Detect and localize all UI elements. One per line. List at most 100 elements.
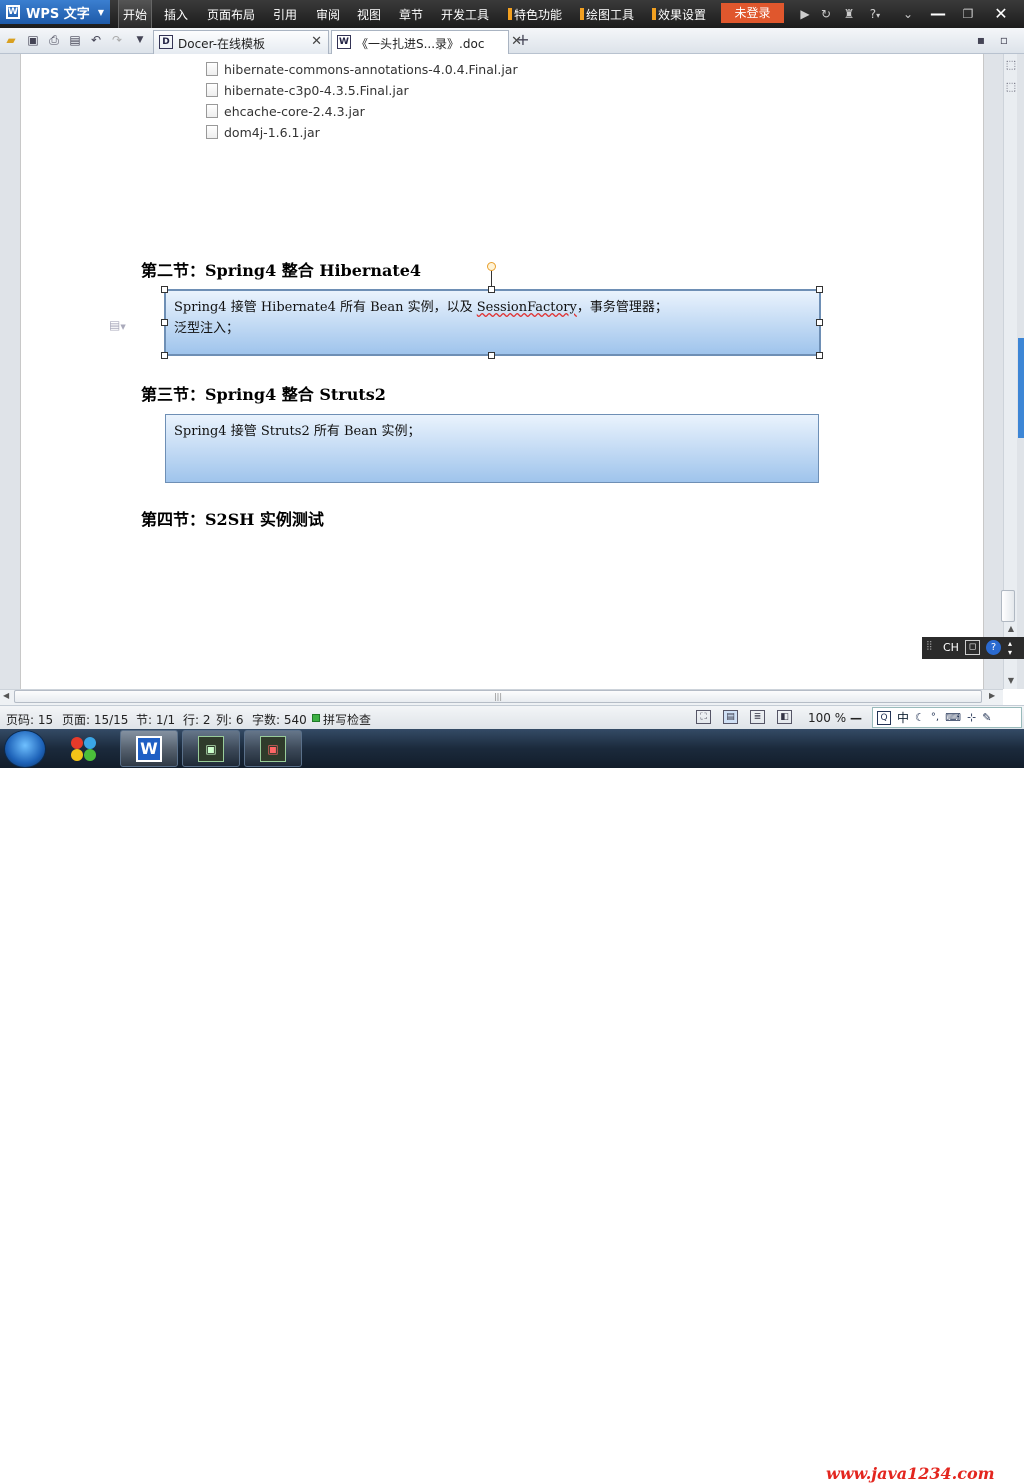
menu-insert[interactable]: 插入 xyxy=(164,6,188,23)
section-4-heading: 第四节：S2SH 实例测试 xyxy=(141,510,324,529)
drag-grip-icon[interactable]: ⣿ xyxy=(926,641,933,651)
moon-icon[interactable]: ☾ xyxy=(915,711,925,724)
resize-handle-n[interactable] xyxy=(488,286,495,293)
login-button[interactable]: 未登录 xyxy=(721,3,784,23)
file-list-item: ehcache-core-2.4.3.jar xyxy=(206,104,365,119)
ime-pad-icon[interactable]: ◻ xyxy=(965,640,980,655)
play-icon[interactable]: ▶ xyxy=(797,6,813,22)
page-up-icon[interactable]: ⬚ xyxy=(1004,58,1018,71)
section-3-textbox[interactable]: Spring4 接管 Struts2 所有 Bean 实例； xyxy=(165,414,819,483)
section-2-line-2: 泛型注入； xyxy=(174,321,240,336)
customize-toolbar-icon[interactable]: ▼ xyxy=(132,32,148,48)
print-icon[interactable]: ⎙ xyxy=(46,32,62,48)
ime-mode[interactable]: CH xyxy=(943,641,959,654)
new-tab-icon[interactable]: + xyxy=(515,32,531,48)
resize-handle-s[interactable] xyxy=(488,352,495,359)
file-name: dom4j-1.6.1.jar xyxy=(224,125,320,140)
pinned-app-dot xyxy=(84,737,96,749)
chevron-down-icon: ▼ xyxy=(120,323,126,331)
rotation-handle[interactable] xyxy=(487,262,496,271)
scroll-left-icon[interactable]: ◀ xyxy=(3,691,9,700)
menu-review[interactable]: 审阅 xyxy=(316,6,340,23)
taskbar-wps-writer[interactable]: W xyxy=(120,730,178,767)
resize-handle-ne[interactable] xyxy=(816,286,823,293)
zoom-level[interactable]: 100 % xyxy=(808,711,846,725)
file-name: hibernate-c3p0-4.3.5.Final.jar xyxy=(224,83,409,98)
status-col: 列: 6 xyxy=(216,713,244,727)
side-panel-toggle[interactable] xyxy=(1018,338,1024,438)
print-preview-icon[interactable]: ▤ xyxy=(67,32,83,48)
minimize-icon[interactable]: — xyxy=(930,6,946,22)
help-icon[interactable]: ?▾ xyxy=(864,6,886,22)
scroll-up-icon[interactable]: ▲ xyxy=(1004,624,1018,633)
pin-icon[interactable]: ▪ xyxy=(973,32,989,48)
resize-handle-w[interactable] xyxy=(161,319,168,326)
restore-icon[interactable]: ❐ xyxy=(960,6,976,22)
menu-marker xyxy=(580,8,584,20)
wrench-icon[interactable]: ✎ xyxy=(982,711,991,724)
outline-view-icon[interactable]: ≣ xyxy=(750,710,765,724)
undo-icon[interactable]: ↶ xyxy=(88,32,104,48)
resize-handle-nw[interactable] xyxy=(161,286,168,293)
skin-icon[interactable]: ♜ xyxy=(841,6,857,22)
wps-logo-icon: W xyxy=(6,5,20,19)
menu-view[interactable]: 视图 xyxy=(357,6,381,23)
menu-page-layout[interactable]: 页面布局 xyxy=(207,6,255,23)
menu-developer[interactable]: 开发工具 xyxy=(441,6,489,23)
scroll-down-icon[interactable]: ▼ xyxy=(1004,676,1018,685)
punctuation-icon[interactable]: °, xyxy=(931,712,939,723)
taskbar-app-3[interactable]: ▣ xyxy=(244,730,302,767)
page-down-icon[interactable]: ⬚ xyxy=(1004,80,1018,93)
ime-chinese-mode[interactable]: 中 xyxy=(897,709,909,726)
document-page[interactable]: hibernate-commons-annotations-4.0.4.Fina… xyxy=(20,54,984,689)
ime-options-icon[interactable]: ▴ ▾ xyxy=(1008,639,1012,657)
status-page-code: 页码: 15 xyxy=(6,713,54,727)
tab-current-document[interactable]: W 《一头扎进S...录》.doc ✕ xyxy=(331,30,522,54)
window-list-icon[interactable]: ▫ xyxy=(996,32,1012,48)
scroll-right-icon[interactable]: ▶ xyxy=(989,691,995,700)
zoom-out-button[interactable]: — xyxy=(850,711,862,725)
start-button[interactable] xyxy=(4,730,46,768)
status-word-count[interactable]: 字数: 540 xyxy=(252,711,307,728)
resize-handle-e[interactable] xyxy=(816,319,823,326)
sync-icon[interactable]: ↻ xyxy=(818,6,834,22)
page-view-icon[interactable]: ▤ xyxy=(723,710,738,724)
menu-effects[interactable]: 效果设置 xyxy=(652,6,706,23)
full-screen-icon[interactable]: ⛶ xyxy=(696,710,711,724)
redo-icon[interactable]: ↷ xyxy=(109,32,125,48)
menu-marker xyxy=(508,8,512,20)
toolbox-icon[interactable]: ⊹ xyxy=(967,711,976,724)
spell-check-toggle[interactable]: 拼写检查 xyxy=(323,711,371,728)
menu-effects-label: 效果设置 xyxy=(658,8,707,22)
resize-handle-se[interactable] xyxy=(816,352,823,359)
paragraph-marker-icon[interactable]: ▤▼ xyxy=(109,318,126,332)
resize-handle-sw[interactable] xyxy=(161,352,168,359)
keyboard-icon[interactable]: ⌨ xyxy=(945,711,961,724)
app-2-icon: ▣ xyxy=(198,735,224,762)
menu-features[interactable]: 特色功能 xyxy=(508,6,562,23)
menu-drawing-tools[interactable]: 绘图工具 xyxy=(580,6,634,23)
section-2-textbox[interactable]: Spring4 接管 Hibernate4 所有 Bean 实例，以及 Sess… xyxy=(164,289,821,356)
horizontal-scroll-thumb[interactable]: ||| xyxy=(14,690,982,703)
close-icon[interactable]: ✕ xyxy=(993,6,1009,22)
save-icon[interactable]: ▣ xyxy=(25,32,41,48)
close-tab-icon[interactable]: ✕ xyxy=(311,34,322,49)
menu-references[interactable]: 引用 xyxy=(273,6,297,23)
collapse-ribbon-icon[interactable]: ⌄ xyxy=(900,6,916,22)
jar-file-icon xyxy=(206,83,218,97)
tab-docer-templates[interactable]: D Docer-在线模板 ✕ xyxy=(153,30,329,54)
pinned-app-icon[interactable] xyxy=(68,734,100,764)
ime-logo-icon[interactable]: Q xyxy=(877,710,891,725)
wps-app-menu[interactable]: W WPS 文字 ▼ xyxy=(0,0,110,24)
line-1-text: Spring4 接管 Hibernate4 所有 Bean 实例，以及 xyxy=(174,300,477,315)
status-page[interactable]: 页面: 15/15 xyxy=(62,711,128,728)
web-view-icon[interactable]: ◧ xyxy=(777,710,792,724)
taskbar-app-2[interactable]: ▣ xyxy=(182,730,240,767)
ime-help-icon[interactable]: ? xyxy=(986,640,1001,655)
jar-file-icon xyxy=(206,62,218,76)
menu-marker xyxy=(652,8,656,20)
menu-chapter[interactable]: 章节 xyxy=(399,6,423,23)
open-folder-icon[interactable]: ▰ xyxy=(3,32,19,48)
vertical-scroll-thumb[interactable] xyxy=(1001,590,1015,622)
menu-home[interactable]: 开始 xyxy=(118,0,153,28)
